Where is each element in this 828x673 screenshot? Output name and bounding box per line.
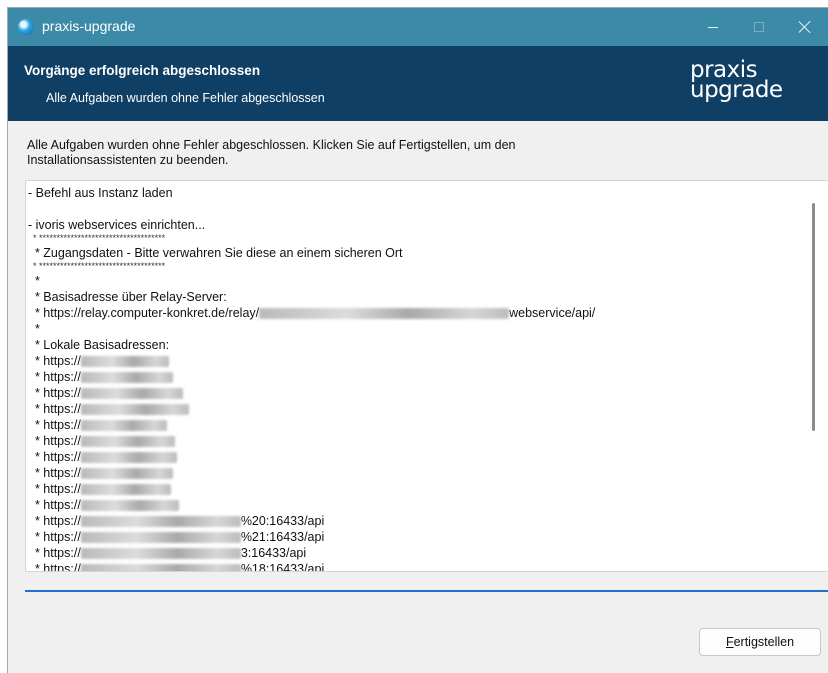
log-line-text: * https:// [28,370,81,384]
log-line-text: * https://relay.computer-konkret.de/rela… [28,306,260,320]
address-port-suffix: 3:16433/api [240,546,307,560]
log-line: * ************************************ [28,233,798,245]
maximize-button[interactable] [736,8,782,46]
log-line-text: * ************************************ [28,261,166,271]
log-line: * https:// 3:16433/api [28,545,798,561]
log-line-text: * [28,322,40,336]
log-line: * ************************************ [28,261,798,273]
log-line-text: * https:// [28,418,81,432]
log-line-text: * https:// [28,482,81,496]
redacted-address [80,532,241,544]
redacted-address [80,452,177,464]
log-line: * https:// %20:16433/api [28,513,798,529]
log-line: * https://relay.computer-konkret.de/rela… [28,305,798,321]
finish-label: ertigstellen [733,635,795,649]
log-line: - ivoris webservices einrichten... [28,217,798,233]
redacted-relay-id [259,308,510,320]
log-line: * https:// [28,385,798,401]
redacted-address [80,516,241,528]
log-line-text: * https:// [28,530,81,544]
log-line-text: * Zugangsdaten - Bitte verwahren Sie die… [28,246,403,260]
log-line: * https:// [28,449,798,465]
relay-url-suffix: webservice/api/ [509,306,596,320]
log-line-text: * https:// [28,450,81,464]
vertical-scrollbar[interactable] [812,203,815,431]
log-line-text: * https:// [28,402,81,416]
log-output-box[interactable]: - Befehl aus Instanz laden - ivoris webse… [25,180,828,572]
log-line-text: * ************************************ [28,233,166,243]
app-globe-icon [18,19,34,35]
log-line-text: * Basisadresse über Relay-Server: [28,290,227,304]
log-line-text: * https:// [28,354,81,368]
logo-line-upgrade: upgrade [690,77,783,103]
log-line-text: * https:// [28,386,81,400]
praxis-upgrade-logo: praxis upgrade [684,57,814,112]
log-line-text: * https:// [28,514,81,528]
redacted-address [80,372,173,384]
redacted-address [80,356,169,368]
redacted-address [80,500,179,512]
minimize-icon [708,26,718,28]
log-line: * https:// [28,497,798,513]
header-banner: Vorgänge erfolgreich abgeschlossen Alle … [8,46,828,121]
log-line: * https:// %18:16433/api [28,561,798,572]
log-line: * https:// [28,401,798,417]
window-title: praxis-upgrade [42,18,136,34]
redacted-address [80,548,241,560]
log-lines: - Befehl aus Instanz laden - ivoris webse… [28,185,798,572]
redacted-address [80,388,183,400]
address-port-suffix: %21:16433/api [240,530,325,544]
completion-message: Alle Aufgaben wurden ohne Fehler abgesch… [27,138,516,167]
log-line: - Befehl aus Instanz laden [28,185,798,201]
installer-window: praxis-upgrade Vorgänge erfolgreich abge… [8,8,828,673]
banner-title: Vorgänge erfolgreich abgeschlossen [24,63,261,78]
log-line: * https:// [28,481,798,497]
log-line: * [28,321,798,337]
close-button[interactable] [782,8,828,46]
log-line-text: * https:// [28,546,81,560]
log-line-text: * [28,274,40,288]
redacted-address [80,420,167,432]
address-port-suffix: %20:16433/api [240,514,325,528]
log-line: * [28,273,798,289]
title-bar[interactable]: praxis-upgrade [8,8,828,46]
banner-subtitle: Alle Aufgaben wurden ohne Fehler abgesch… [46,91,325,105]
redacted-address [80,404,189,416]
log-line-text: - Befehl aus Instanz laden [28,186,173,200]
progress-divider [25,590,828,592]
log-line: * https:// [28,353,798,369]
log-line: * https:// %21:16433/api [28,529,798,545]
log-line: * https:// [28,417,798,433]
log-line-text: * https:// [28,434,81,448]
log-line: * https:// [28,369,798,385]
minimize-button[interactable] [690,8,736,46]
log-line-text: * https:// [28,562,81,572]
redacted-address [80,484,171,496]
log-line-text: * https:// [28,498,81,512]
log-line-text: * https:// [28,466,81,480]
finish-mnemonic: F [725,635,734,649]
log-line: * Basisadresse über Relay-Server: [28,289,798,305]
log-line: * https:// [28,433,798,449]
maximize-icon [754,22,764,32]
log-line: * https:// [28,465,798,481]
address-port-suffix: %18:16433/api [240,562,325,572]
close-icon [798,20,812,34]
log-line-text: * Lokale Basisadressen: [28,338,170,352]
redacted-address [80,468,173,480]
finish-button[interactable]: Fertigstellen [699,628,821,656]
log-line-text: - ivoris webservices einrichten... [28,218,206,232]
log-line: * Zugangsdaten - Bitte verwahren Sie die… [28,245,798,261]
redacted-address [80,436,175,448]
redacted-address [80,564,241,571]
log-line: * Lokale Basisadressen: [28,337,798,353]
